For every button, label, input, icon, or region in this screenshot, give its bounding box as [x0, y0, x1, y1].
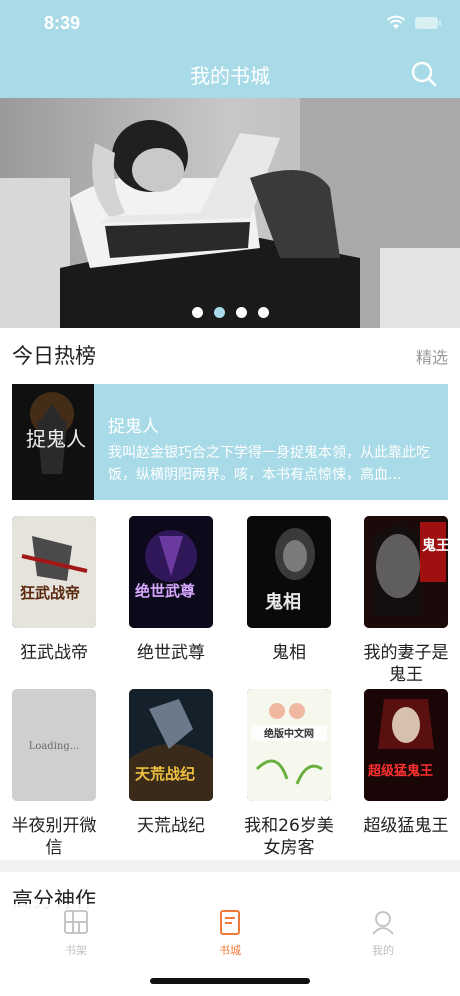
carousel-dot-active[interactable] [213, 307, 225, 318]
tab-label: 书城 [219, 944, 241, 957]
loading-text: Loading... [29, 741, 80, 752]
svg-text:超级猛鬼王: 超级猛鬼王 [368, 763, 433, 779]
more-link[interactable]: 精选 [416, 344, 448, 368]
book-item[interactable]: 鬼相 鬼相 [247, 516, 331, 664]
book-item[interactable]: Loading... 半夜别开微信 [12, 689, 97, 859]
tab-bookshelf[interactable]: 书架 [46, 908, 106, 958]
book-title: 绝世武尊 [137, 643, 205, 663]
book-title: 天荒战纪 [137, 816, 205, 836]
bookshelf-icon [64, 910, 88, 934]
book-title: 半夜别开微信 [11, 816, 97, 858]
book-cover: 超级猛鬼王 [364, 689, 448, 801]
carousel-dot[interactable] [191, 307, 203, 318]
book-title: 我和26岁美女房客 [244, 816, 334, 858]
book-cover: 捉鬼人 [12, 384, 94, 500]
book-title: 我的妻子是鬼王 [363, 643, 449, 685]
book-cover: Loading... [12, 689, 96, 801]
book-item[interactable]: 鬼王 我的妻子是鬼王 [364, 516, 449, 686]
book-title: 狂武战帝 [20, 643, 88, 663]
book-cover: 狂武战帝 [12, 516, 96, 628]
tab-label: 书架 [65, 944, 87, 957]
status-time: 8:39 [44, 13, 81, 33]
tab-label: 我的 [372, 944, 394, 957]
section-divider [0, 860, 460, 872]
svg-text:鬼相: 鬼相 [265, 591, 301, 613]
book-cover: 绝世武尊 [129, 516, 213, 628]
book-cover: 天荒战纪 [129, 689, 213, 801]
hot-list-header: 今日热榜 精选 [0, 328, 460, 380]
svg-text:鬼王: 鬼王 [422, 537, 448, 554]
wifi-icon [386, 15, 406, 29]
banner-image [0, 98, 460, 328]
battery-icon [415, 16, 441, 29]
status-icons [386, 15, 442, 30]
carousel-dot[interactable] [257, 307, 269, 318]
search-icon[interactable] [410, 60, 438, 88]
book-cover: 绝版中文网 [247, 689, 331, 801]
book-item[interactable]: 狂武战帝 狂武战帝 [12, 516, 96, 664]
book-item[interactable]: 超级猛鬼王 超级猛鬼王 [364, 689, 449, 837]
carousel-dots [0, 307, 460, 318]
nav-bar: 我的书城 [0, 50, 460, 98]
page-title: 我的书城 [190, 64, 270, 88]
tab-bookstore[interactable]: 书城 [200, 908, 260, 958]
book-title: 超级猛鬼王 [363, 816, 449, 836]
profile-icon [372, 911, 394, 935]
svg-text:天荒战纪: 天荒战纪 [135, 765, 195, 783]
bookstore-icon [220, 910, 240, 935]
book-title: 鬼相 [272, 643, 306, 663]
svg-text:绝版中文网: 绝版中文网 [264, 727, 314, 740]
status-bar: 8:39 [0, 0, 460, 50]
tab-profile[interactable]: 我的 [353, 908, 413, 958]
svg-text:狂武战帝: 狂武战帝 [20, 584, 80, 602]
featured-title: 捉鬼人 [108, 417, 159, 437]
banner-carousel[interactable] [0, 98, 460, 328]
book-item[interactable]: 绝世武尊 绝世武尊 [129, 516, 213, 664]
book-cover: 鬼王 [364, 516, 448, 628]
section-title: 今日热榜 [12, 344, 96, 368]
cover-text: 捉鬼人 [26, 427, 86, 451]
book-cover: 鬼相 [247, 516, 331, 628]
carousel-dot[interactable] [235, 307, 247, 318]
featured-book[interactable]: 捉鬼人 捉鬼人 我叫赵金银巧合之下学得一身捉鬼本领，从此靠此吃饭，纵横阴阳两界。… [12, 384, 448, 500]
book-item[interactable]: 绝版中文网 我和26岁美女房客 [244, 689, 334, 859]
svg-text:绝世武尊: 绝世武尊 [135, 582, 195, 600]
book-item[interactable]: 天荒战纪 天荒战纪 [129, 689, 213, 837]
featured-description: 我叫赵金银巧合之下学得一身捉鬼本领，从此靠此吃饭，纵横阴阳两界。咳，本书有点惊悚… [108, 445, 430, 483]
home-indicator [150, 978, 310, 984]
